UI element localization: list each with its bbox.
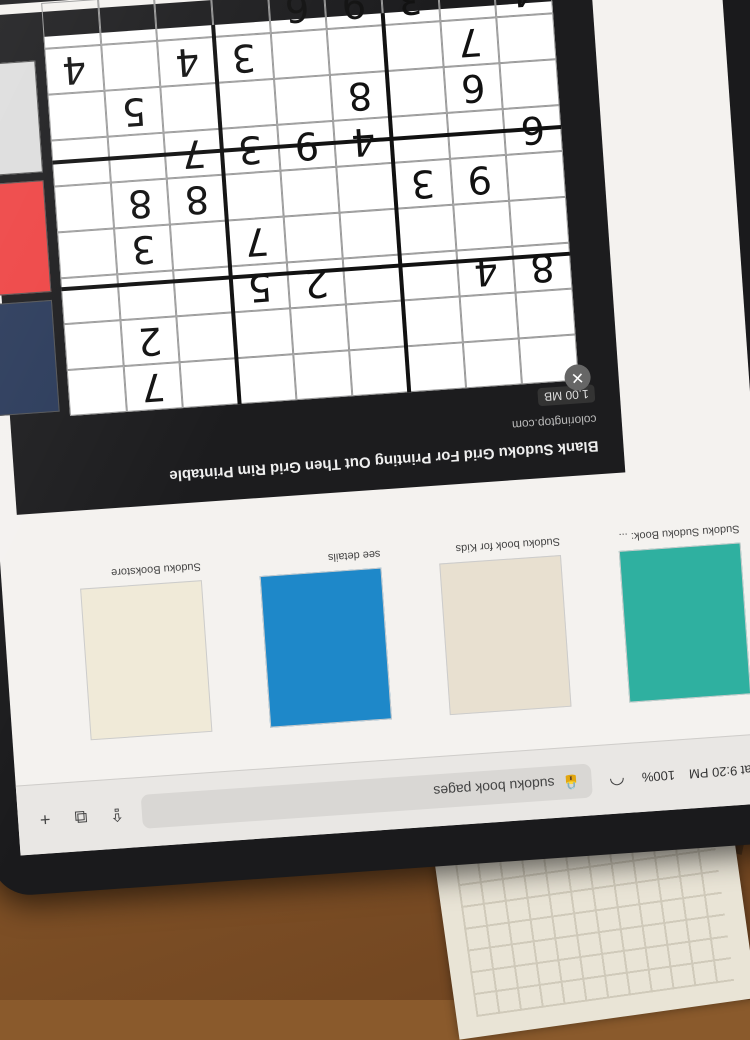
sudoku-cell: 5 [229,262,290,313]
sudoku-cell [292,350,353,401]
sudoku-cell: 9 [449,154,510,205]
sudoku-cell [100,40,161,91]
sudoku-cell [346,300,406,351]
sudoku-cell [160,82,221,133]
related-thumb[interactable] [0,299,60,419]
result-thumb[interactable] [80,580,213,741]
sudoku-cell [53,182,114,233]
sudoku-cell: 9 [323,0,384,30]
result-caption: Sudoku Sudoku Book: ... [618,522,740,543]
sudoku-cell [336,162,397,213]
sudoku-cell [217,78,277,129]
wifi-icon: ◠ [608,769,626,791]
sudoku-cell [459,292,520,343]
sudoku-cell: 4 [456,246,516,297]
sudoku-cell [402,296,463,347]
result-caption: see details [327,547,381,564]
sudoku-cell: 7 [123,362,184,412]
sudoku-cell: 2 [120,316,180,367]
sudoku-cell [60,274,121,325]
sudoku-cell: 6 [443,63,504,113]
sudoku-cell: 3 [393,158,453,209]
sudoku-cell [179,358,240,409]
sudoku-cell: 5 [104,86,164,137]
sudoku-cell [506,150,566,201]
sudoku-cell: 4 [157,36,218,87]
sudoku-cell [280,166,340,217]
sudoku-cell [349,346,410,397]
result-caption: Sudoku book for Kids [455,535,561,555]
lock-icon: 🔒 [562,774,581,792]
result-thumb[interactable] [439,555,572,716]
sudoku-cell: 4 [44,44,105,95]
sudoku-cell [57,228,117,279]
sudoku-cell [273,74,334,125]
new-tab-icon[interactable]: + [33,807,56,830]
sudoku-cell: 8 [167,174,227,225]
sudoku-grid-image: 7284257393886493768573444396 ✕ [41,0,592,416]
viewer-source[interactable]: coloringtop.com [512,412,597,432]
sudoku-cell [515,288,576,339]
browser-toolbar: Sat 9:20 PM 100% ◠ 🔒 sudoku book pages ⇪… [15,732,750,856]
sudoku-cell [383,21,444,72]
sudoku-cell [496,13,557,64]
related-thumb[interactable] [0,60,43,179]
image-viewer: Blank Sudoku Grid For Printing Out Then … [0,0,626,515]
related-thumb[interactable] [0,180,52,299]
sudoku-cell [396,204,457,255]
sudoku-cell [233,308,293,359]
sudoku-cell [154,0,214,41]
sudoku-cell [405,342,466,393]
sudoku-cell [173,266,234,317]
sudoku-cell: 2 [286,258,347,309]
browser-content: Sat 9:20 PM 100% ◠ 🔒 sudoku book pages ⇪… [0,0,750,856]
share-icon[interactable]: ⇪ [105,802,128,825]
sudoku-cell [452,200,513,251]
sudoku-cell: 8 [512,242,573,293]
result-thumb[interactable] [618,542,750,703]
address-text: sudoku book pages [432,775,556,800]
sudoku-cell [116,270,177,321]
sudoku-cell [386,67,447,117]
sudoku-cell [399,250,460,301]
sudoku-cell [170,220,230,271]
sudoku-cell [66,366,127,416]
sudoku-cell: 7 [226,216,287,267]
sudoku-cell: 8 [330,71,390,121]
status-time: Sat 9:20 PM [688,761,750,782]
sudoku-cell: 6 [267,0,328,34]
sudoku-cell [223,170,284,221]
tablet-device: Sat 9:20 PM 100% ◠ 🔒 sudoku book pages ⇪… [0,0,750,898]
sudoku-cell [339,208,400,259]
sudoku-cell [47,90,108,141]
sudoku-cell [210,0,271,37]
sudoku-cell [97,0,158,45]
sudoku-cell [63,320,124,371]
battery-level: 100% [641,767,676,785]
sudoku-cell [289,304,350,355]
sudoku-cell: 3 [213,33,274,83]
result-caption: Sudoku Bookstore [110,560,202,579]
sudoku-cell: 7 [440,17,500,68]
result-thumb[interactable] [259,567,392,728]
sudoku-cell [270,29,331,79]
tabs-icon[interactable]: ⧉ [69,805,92,828]
sudoku-cell [499,59,560,109]
sudoku-cell [462,338,523,389]
sudoku-cell [176,312,237,363]
sudoku-cell: 3 [380,0,441,26]
sudoku-cell: 3 [113,224,174,275]
sudoku-cell [327,25,387,75]
sudoku-cell [41,0,101,49]
sudoku-cell [283,212,344,263]
sudoku-cell: 8 [110,178,171,229]
viewer-size: 1.00 MB [537,384,596,407]
sudoku-cell [236,354,297,405]
sudoku-cell [343,254,403,305]
sudoku-cell [509,196,570,247]
tablet-screen: Sat 9:20 PM 100% ◠ 🔒 sudoku book pages ⇪… [0,0,750,856]
address-bar[interactable]: 🔒 sudoku book pages [140,763,594,830]
